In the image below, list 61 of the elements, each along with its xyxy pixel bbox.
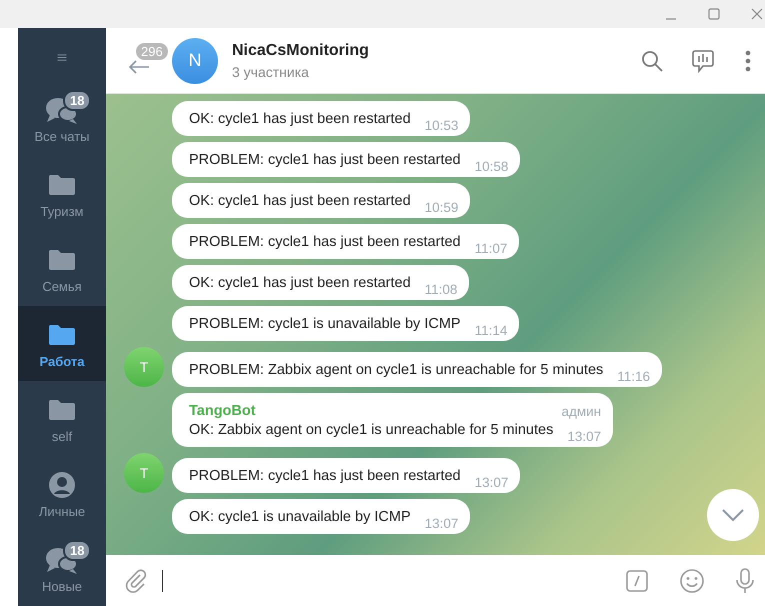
command-icon[interactable] (625, 568, 649, 592)
emoji-icon[interactable] (679, 568, 705, 594)
chevron-down-icon (721, 508, 745, 522)
message-time: 11:07 (474, 240, 508, 258)
message-time: 10:58 (474, 158, 508, 176)
sender-name: TangoBot (189, 402, 256, 421)
message-text: PROBLEM: cycle1 has just been restarted (189, 468, 461, 484)
message-text: PROBLEM: cycle1 has just been restarted (189, 152, 461, 168)
maximize-icon[interactable] (708, 8, 720, 20)
message-text: OK: cycle1 has just been restarted (189, 275, 411, 291)
folder-tab[interactable]: self (18, 381, 106, 456)
folder-tab[interactable]: 18 Все чаты (18, 81, 106, 156)
chat-avatar: N (172, 38, 218, 84)
member-count: 3 участника (232, 64, 310, 80)
chat-title: NicaCsMonitoring (232, 42, 370, 60)
message-time: 10:53 (424, 117, 458, 135)
sender-avatar: T (124, 453, 164, 493)
unread-badge: 18 (63, 540, 92, 560)
folder-tab[interactable]: Работа (18, 306, 106, 381)
message-text: OK: cycle1 is unavailable by ICMP (189, 509, 411, 525)
folder-tab[interactable]: Личные (18, 456, 106, 531)
unread-badge: 296 (136, 42, 168, 60)
message-time: 11:16 (617, 368, 650, 386)
message-text: OK: Zabbix agent on cycle1 is unreachable for 5 minutes (189, 422, 554, 438)
message-time: 11:14 (474, 322, 508, 340)
message-text: OK: cycle1 has just been restarted (189, 193, 411, 209)
folder-tab[interactable]: Семья (18, 231, 106, 306)
folder-icon (48, 398, 76, 420)
folder-icon (48, 174, 76, 196)
folder-tab[interactable]: 18 Новые (18, 531, 106, 606)
folder-label: Все чаты (34, 128, 90, 144)
message-time: 10:59 (424, 199, 458, 217)
folder-label: Новые (42, 578, 82, 594)
microphone-icon[interactable] (735, 566, 755, 594)
message-text: OK: cycle1 has just been restarted (189, 111, 411, 127)
message-text: PROBLEM: Zabbix agent on cycle1 is unreachable for 5 minutes (189, 362, 604, 378)
folder-icon (48, 324, 76, 346)
close-icon[interactable] (751, 8, 763, 20)
poll-bubble-icon[interactable] (691, 48, 715, 72)
admin-label: админ (561, 403, 602, 421)
message-text: PROBLEM: cycle1 has just been restarted (189, 234, 461, 250)
unread-badge: 18 (63, 90, 92, 110)
folder-label: Личные (38, 504, 86, 518)
message-time: 11:08 (424, 281, 458, 299)
folder-label: Туризм (40, 204, 84, 218)
folder-icon (48, 248, 76, 270)
message-time: 13:07 (474, 474, 508, 492)
back-arrow-icon[interactable] (128, 58, 150, 74)
message-time: 13:07 (567, 428, 602, 446)
paperclip-icon[interactable] (124, 568, 148, 592)
folder-label: self (52, 428, 72, 444)
sender-avatar: T (124, 347, 164, 387)
message-time: 13:07 (424, 515, 458, 533)
more-icon[interactable] (745, 50, 751, 72)
scroll-down-button[interactable] (707, 489, 759, 541)
folder-label: Семья (42, 278, 82, 294)
person-icon (48, 470, 76, 498)
search-icon[interactable] (641, 50, 663, 72)
folder-label: Работа (40, 354, 84, 368)
message-text: PROBLEM: cycle1 is unavailable by ICMP (189, 316, 461, 332)
folder-tab[interactable]: Туризм (18, 156, 106, 231)
